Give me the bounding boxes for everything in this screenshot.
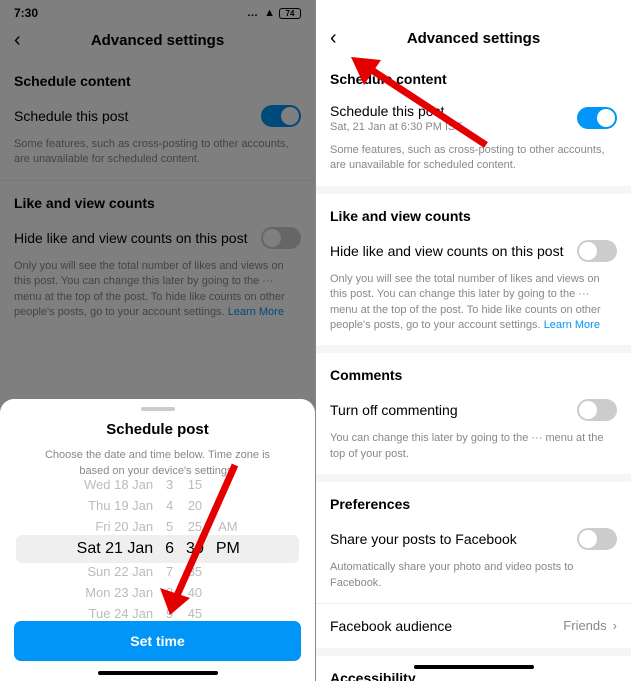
hide-counts-row[interactable]: Hide like and view counts on this post xyxy=(0,217,315,259)
schedule-toggle[interactable] xyxy=(261,105,301,127)
status-time: 7:30 xyxy=(14,6,38,20)
header: ‹ Advanced settings xyxy=(0,22,315,59)
schedule-section-header: Schedule content xyxy=(0,59,315,95)
right-screenshot: ‹ Advanced settings Schedule content Sch… xyxy=(316,0,631,681)
sheet-title: Schedule post xyxy=(0,421,315,438)
schedule-post-row[interactable]: Schedule this post xyxy=(0,95,315,137)
home-indicator[interactable] xyxy=(98,671,218,675)
likes-section-header: Like and view counts xyxy=(0,181,315,217)
page-title: Advanced settings xyxy=(14,32,301,49)
likes-section-header: Like and view counts xyxy=(316,194,631,230)
comments-helper: You can change this later by going to th… xyxy=(316,431,631,474)
prefs-helper: Automatically share your photo and video… xyxy=(316,560,631,603)
home-indicator[interactable] xyxy=(414,665,534,669)
hide-counts-toggle[interactable] xyxy=(577,240,617,262)
share-facebook-toggle[interactable] xyxy=(577,528,617,550)
annotation-arrow-icon xyxy=(336,45,496,155)
divider xyxy=(316,345,631,353)
hide-counts-toggle[interactable] xyxy=(261,227,301,249)
annotation-arrow-icon xyxy=(140,460,260,630)
schedule-toggle[interactable] xyxy=(577,107,617,129)
facebook-audience-row[interactable]: Facebook audience Friends › xyxy=(316,604,631,648)
hide-counts-label: Hide like and view counts on this post xyxy=(14,230,247,246)
fb-audience-value: Friends xyxy=(563,618,606,633)
learn-more-link[interactable]: Learn More xyxy=(228,306,284,318)
divider xyxy=(316,474,631,482)
likes-helper: Only you will see the total number of li… xyxy=(0,259,315,333)
learn-more-link[interactable]: Learn More xyxy=(544,319,600,331)
back-button[interactable]: ‹ xyxy=(14,29,21,52)
commenting-toggle[interactable] xyxy=(577,399,617,421)
battery-icon: 74 xyxy=(279,8,301,19)
commenting-row[interactable]: Turn off commenting xyxy=(316,389,631,431)
comments-section-header: Comments xyxy=(316,353,631,389)
fb-audience-label: Facebook audience xyxy=(330,618,452,634)
likes-helper: Only you will see the total number of li… xyxy=(316,272,631,346)
divider xyxy=(316,648,631,656)
share-facebook-label: Share your posts to Facebook xyxy=(330,531,517,547)
share-facebook-row[interactable]: Share your posts to Facebook xyxy=(316,518,631,560)
sheet-handle[interactable] xyxy=(141,407,175,411)
status-icons: … ▲ 74 xyxy=(247,7,301,19)
schedule-post-label: Schedule this post xyxy=(14,108,128,124)
wifi-icon: … ▲ xyxy=(247,7,275,19)
hide-counts-label: Hide like and view counts on this post xyxy=(330,243,563,259)
hide-counts-row[interactable]: Hide like and view counts on this post xyxy=(316,230,631,272)
schedule-helper: Some features, such as cross-posting to … xyxy=(0,137,315,180)
preferences-section-header: Preferences xyxy=(316,482,631,518)
chevron-right-icon: › xyxy=(613,618,617,633)
commenting-label: Turn off commenting xyxy=(330,402,458,418)
left-screenshot: 7:30 … ▲ 74 ‹ Advanced settings Schedule… xyxy=(0,0,315,681)
divider xyxy=(316,186,631,194)
status-bar: 7:30 … ▲ 74 xyxy=(0,0,315,22)
